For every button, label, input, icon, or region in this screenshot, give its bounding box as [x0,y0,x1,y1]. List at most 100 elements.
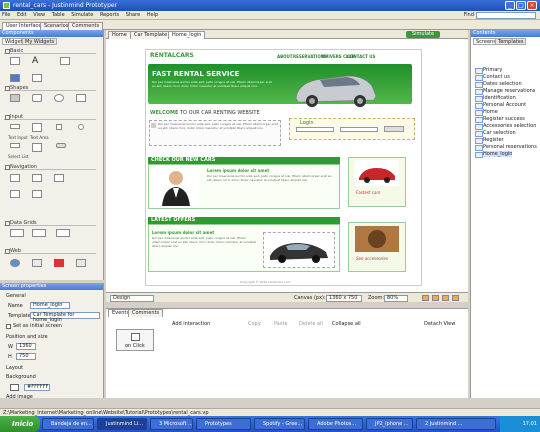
find-input[interactable] [476,12,536,19]
radio-icon[interactable] [78,124,84,130]
template-select[interactable]: Car Template for home_login [30,312,100,323]
screen-item[interactable]: Manage reservations [474,88,535,95]
tabs-widget-icon[interactable] [54,174,64,182]
screen-item[interactable]: Accessories selection [474,123,536,130]
taskbar-task[interactable]: Justinmind Li... [97,418,147,430]
taskbar-task[interactable]: Adobe Photos... [308,418,363,430]
initial-screen-checkbox[interactable] [6,324,11,329]
copy-button[interactable]: Copy [248,321,261,327]
align-left-icon[interactable] [422,295,429,301]
tree-widget-icon[interactable] [32,174,42,182]
simulate-button[interactable]: Simulate [406,31,440,38]
taskbar-task[interactable]: Prototypes [196,418,251,430]
minimize-icon[interactable]: _ [505,1,515,10]
tab-car-template[interactable]: Car Template [130,31,172,39]
bg-color-swatch[interactable] [10,384,19,391]
screen-item[interactable]: Contact us [475,74,510,81]
align-right-icon[interactable] [442,295,449,301]
video-icon[interactable] [32,259,42,267]
multi-select-icon[interactable] [32,143,42,152]
position-size-section[interactable]: Position and size [6,334,48,340]
checkbox-icon[interactable] [56,124,62,130]
site-nav-about[interactable]: ABOUT [277,54,293,59]
width-field[interactable]: 1360 [16,343,36,350]
name-field[interactable]: Home_login [30,302,70,309]
tab-templates[interactable]: Templates [495,38,527,45]
layout-section[interactable]: Layout [6,365,23,371]
background-section[interactable]: Background [6,374,36,380]
screen-item[interactable]: Identification [475,95,516,102]
zoom-select[interactable]: 80% [384,295,408,302]
category-basic[interactable]: Basic [4,48,96,54]
breadcrumb-widget-icon[interactable] [32,190,42,198]
screen-item[interactable]: Personal Account [474,102,526,109]
text-input-icon[interactable] [10,124,20,129]
taskbar-task[interactable]: Spotify - Gree... [254,418,305,430]
category-navigation[interactable]: Navigation [4,164,96,170]
detach-view-button[interactable]: Detach View [424,321,455,327]
menu-edit[interactable]: Edit [17,12,27,18]
height-field[interactable]: 750 [16,353,36,360]
login-password-field[interactable] [340,127,378,132]
screen-item[interactable]: Dates selection [475,81,522,88]
menu-share[interactable]: Share [126,12,140,18]
canvas-size-field[interactable]: 1360 x 750 [326,295,362,302]
delete-all-button[interactable]: Delete all [299,321,323,327]
accordion-widget-icon[interactable] [10,190,20,198]
close-icon[interactable]: × [527,1,537,10]
taskbar-task[interactable]: Bandeja de en... [42,418,94,430]
add-interaction-button[interactable]: Add interaction [172,321,210,327]
screen-item[interactable]: Home_login [474,151,513,158]
taskbar-task[interactable]: 2 Justinmind ... [416,418,496,430]
rule-widget-icon[interactable] [32,74,42,82]
text-widget-icon[interactable]: A [32,57,42,66]
screen-item[interactable]: Home [475,109,498,116]
add-image-link[interactable]: Add image [6,394,33,400]
pdf-icon[interactable] [54,259,64,267]
maximize-icon[interactable]: □ [516,1,526,10]
image-widget-icon[interactable] [10,57,20,65]
login-button[interactable] [384,126,404,132]
start-button[interactable]: Inicio [0,416,40,432]
design-mode-select[interactable]: Design [110,295,154,302]
screen-item[interactable]: Register success [475,116,525,123]
menu-table[interactable]: Table [52,12,65,18]
link-widget-icon[interactable] [10,74,20,82]
text-area-icon[interactable] [32,123,42,132]
select-list-icon[interactable] [10,143,20,148]
align-center-icon[interactable] [432,295,439,301]
rounded-shape-icon[interactable] [32,94,42,102]
tab-comments[interactable]: Comments [68,22,104,30]
screen-item[interactable]: Car selection [475,130,516,137]
screen-item[interactable]: Primary [474,67,502,74]
button-icon[interactable] [56,143,66,148]
collapse-all-button[interactable]: Collapse all [332,321,361,327]
category-shapes[interactable]: Shapes [4,85,96,91]
globe-icon[interactable] [10,259,20,267]
category-data-grids[interactable]: Data Grids [4,220,96,226]
onclick-event[interactable]: on Click [116,329,154,351]
tab-events-comments[interactable]: Comments [128,309,164,317]
menu-reports[interactable]: Reports [100,12,119,18]
grid-widget-icon[interactable] [10,229,24,237]
menu-simulate[interactable]: Simulate [71,12,93,18]
distribute-icon[interactable] [452,295,459,301]
site-nav-contact[interactable]: CONTACT US [347,54,375,59]
taskbar-task[interactable]: 3 Microsoft ... [150,418,193,430]
tab-my-widgets[interactable]: My Widgets [22,38,58,45]
map-icon[interactable] [76,259,86,267]
category-web[interactable]: Web [4,248,96,254]
ellipse-shape-icon[interactable] [54,94,64,102]
menu-widget-icon[interactable] [10,174,20,182]
screen-item[interactable]: Personal reservations [475,144,537,151]
menu-help[interactable]: Help [147,12,158,18]
category-input[interactable]: Input [4,114,96,120]
triangle-shape-icon[interactable] [76,94,86,102]
tab-home-login[interactable]: Home_login [168,31,206,39]
tab-home[interactable]: Home [108,31,131,39]
datamaster-widget-icon[interactable] [56,229,70,237]
login-username-field[interactable] [296,127,334,132]
tab-user-interface[interactable]: User Interface [2,22,46,30]
general-section[interactable]: General [6,293,26,299]
rectangle-shape-icon[interactable] [10,94,20,102]
